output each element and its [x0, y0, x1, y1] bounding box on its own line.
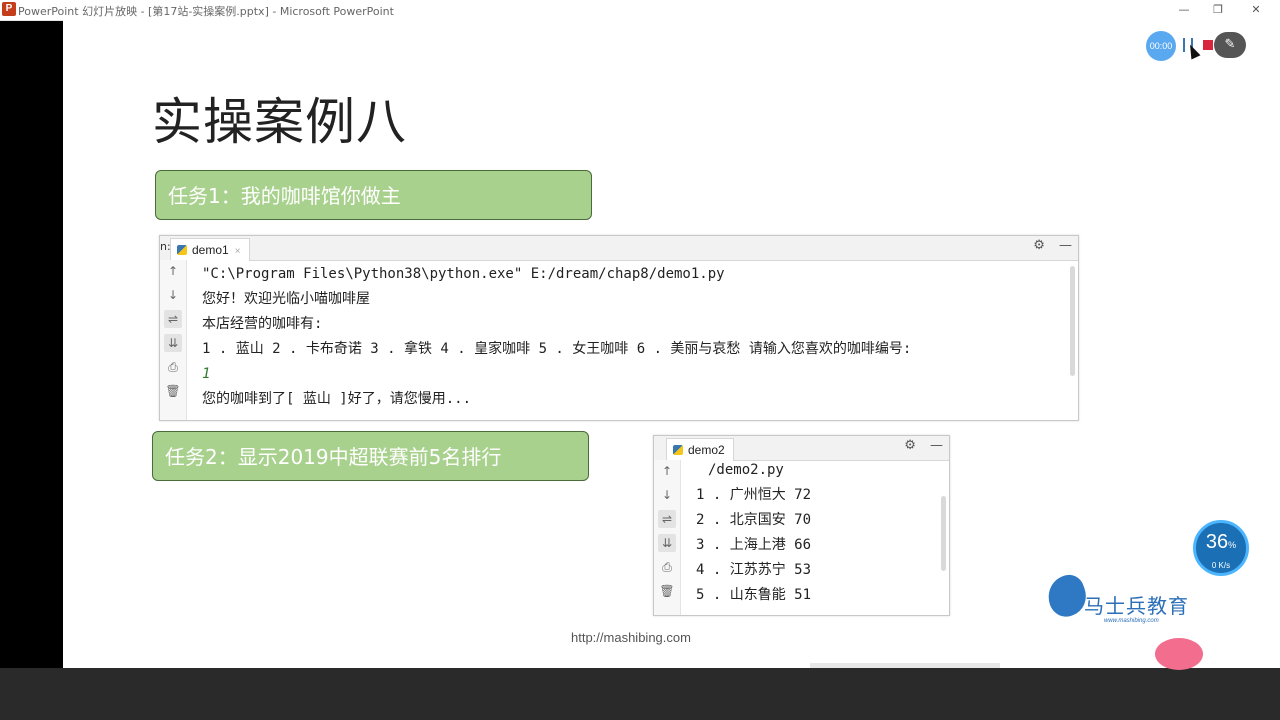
print-icon[interactable]: ⎙ [658, 558, 676, 576]
trash-icon[interactable]: 🗑 [164, 382, 182, 400]
brand-url: www.mashibing.com [1104, 618, 1159, 624]
ranking-row: 1 . 广州恒大 72 [696, 487, 812, 503]
scroll-to-end-icon[interactable]: ⇊ [658, 534, 676, 552]
output-line: "C:\Program Files\Python38\python.exe" E… [202, 266, 725, 282]
recording-timer: 00:00 [1146, 31, 1176, 61]
soft-wrap-icon[interactable]: ⇌ [658, 510, 676, 528]
pen-icon[interactable]: ✎ [1214, 32, 1246, 58]
percent-sign: % [1228, 540, 1237, 550]
brand-watermark: 马士兵教育 www.mashibing.com [1042, 570, 1198, 628]
user-input-line: 1 [202, 366, 211, 382]
close-button[interactable]: ✕ [1248, 2, 1264, 18]
settings-icon[interactable]: ⚙ [904, 438, 916, 453]
minimize-panel-icon[interactable]: — [1059, 238, 1072, 253]
output-line: /demo2.py [708, 462, 784, 478]
up-arrow-icon[interactable]: ↑ [164, 262, 182, 280]
ranking-row: 3 . 上海上港 66 [696, 537, 812, 553]
ranking-row: 5 . 山东鲁能 51 [696, 587, 812, 603]
brand-name: 马士兵教育 [1084, 594, 1189, 618]
tab-label: demo2 [688, 443, 725, 457]
up-arrow-icon[interactable]: ↑ [658, 462, 676, 480]
console-gutter: ↑ ↓ ⇌ ⇊ ⎙ 🗑 [654, 460, 681, 615]
network-speed-widget[interactable]: 36% 0 K/s [1193, 520, 1249, 576]
footer-url: http://mashibing.com [571, 630, 691, 645]
print-icon[interactable]: ⎙ [164, 358, 182, 376]
live-badge-label: 超级音视 ♥ [1204, 651, 1252, 661]
slide-title: 实操案例八 [152, 93, 407, 151]
python-icon [177, 245, 187, 255]
tab-demo1[interactable]: demo1 × [170, 238, 250, 261]
ranking-row: 4 . 江苏苏宁 53 [696, 562, 812, 578]
console-gutter: ↑ ↓ ⇌ ⇊ ⎙ 🗑 [160, 260, 187, 420]
live-avatar-icon[interactable] [1155, 638, 1203, 670]
trash-icon[interactable]: 🗑 [658, 582, 676, 600]
down-arrow-icon[interactable]: ↓ [658, 486, 676, 504]
scroll-to-end-icon[interactable]: ⇊ [164, 334, 182, 352]
window-title: PowerPoint 幻灯片放映 - [第17站-实操案例.pptx] - Mi… [18, 5, 394, 18]
task2-box: 任务2：显示2019中超联赛前5名排行 [152, 431, 589, 481]
minimize-button[interactable]: — [1176, 2, 1192, 18]
tab-close-icon[interactable]: × [235, 246, 241, 257]
console-demo2: demo2 ⚙ — ↑ ↓ ⇌ ⇊ ⎙ 🗑 /demo2.py 1 . 广州恒大… [653, 435, 950, 616]
console-demo1: n: demo1 × ⚙ — ↑ ↓ ⇌ ⇊ ⎙ 🗑 "C:\Program Fi… [159, 235, 1079, 421]
console-output: "C:\Program Files\Python38\python.exe" E… [202, 262, 1064, 420]
output-line: 1 . 蓝山 2 . 卡布奇诺 3 . 拿铁 4 . 皇家咖啡 5 . 女王咖啡… [202, 341, 912, 357]
console-scrollbar[interactable] [941, 496, 946, 571]
soft-wrap-icon[interactable]: ⇌ [164, 310, 182, 328]
speed-rate: 0 K/s [1211, 561, 1231, 570]
ranking-row: 2 . 北京国安 70 [696, 512, 812, 528]
console-tab-bar: n: demo1 × ⚙ — [160, 236, 1078, 261]
output-line: 您好！欢迎光临小喵咖啡屋 [202, 291, 370, 307]
speed-percent: 36 [1205, 531, 1229, 553]
settings-icon[interactable]: ⚙ [1033, 238, 1045, 253]
stop-icon[interactable] [1203, 40, 1213, 50]
minimize-panel-icon[interactable]: — [930, 438, 943, 453]
taskbar [0, 668, 1280, 720]
restore-button[interactable]: ❐ [1210, 2, 1226, 18]
title-bar: P PowerPoint 幻灯片放映 - [第17站-实操案例.pptx] - … [0, 0, 1280, 21]
powerpoint-icon: P [2, 2, 16, 16]
task1-box: 任务1：我的咖啡馆你做主 [155, 170, 592, 220]
tab-label: demo1 [192, 243, 229, 257]
output-line: 本店经营的咖啡有: [202, 316, 323, 332]
output-line: 您的咖啡到了[ 蓝山 ]好了，请您慢用... [202, 391, 472, 407]
console-scrollbar[interactable] [1070, 266, 1075, 376]
console-output: /demo2.py 1 . 广州恒大 72 2 . 北京国安 70 3 . 上海… [696, 458, 935, 615]
down-arrow-icon[interactable]: ↓ [164, 286, 182, 304]
slide: 实操案例八 任务1：我的咖啡馆你做主 n: demo1 × ⚙ — ↑ ↓ ⇌ ⇊… [63, 20, 1216, 668]
python-icon [673, 445, 683, 455]
